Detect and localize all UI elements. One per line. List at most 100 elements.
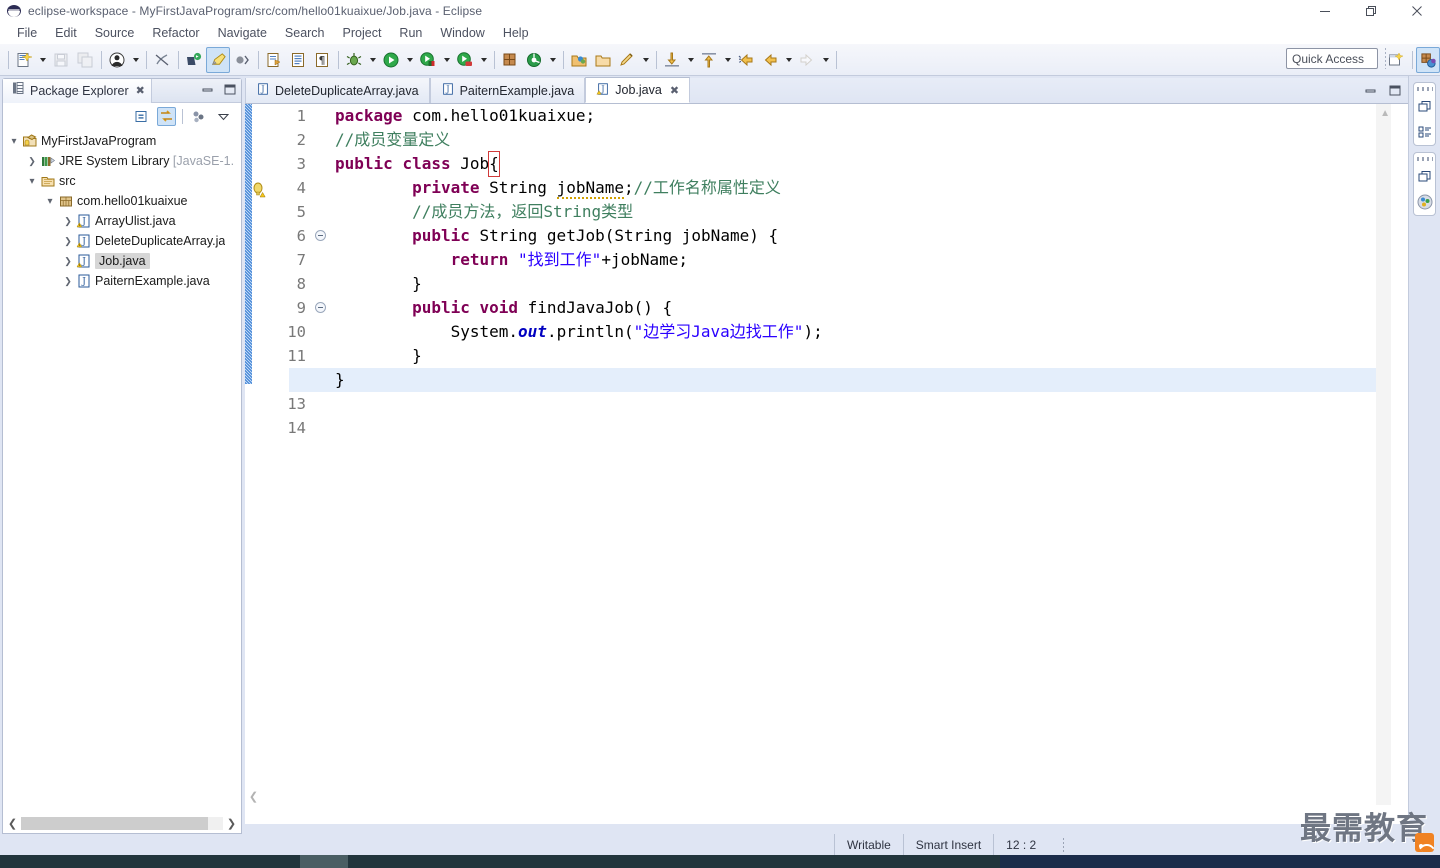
maximize-icon[interactable] xyxy=(223,82,237,101)
annotation-ruler[interactable] xyxy=(252,104,270,805)
status-drag-handle[interactable] xyxy=(1060,837,1067,852)
run-tools-dropdown-icon[interactable] xyxy=(440,47,453,73)
menu-item-run[interactable]: Run xyxy=(390,24,431,42)
previous-annotation-dropdown-icon[interactable] xyxy=(721,47,734,73)
new-class-icon[interactable] xyxy=(498,47,522,73)
last-edit-icon[interactable] xyxy=(734,47,758,73)
next-annotation-icon[interactable] xyxy=(660,47,684,73)
taskbar-active-window[interactable] xyxy=(300,855,348,868)
minimize-icon[interactable] xyxy=(1364,83,1378,102)
editor-tab-job[interactable]: J Job.java ✖ xyxy=(585,77,691,103)
annotation-off-icon[interactable] xyxy=(150,47,174,73)
code-line-14[interactable] xyxy=(289,416,1408,440)
java-perspective-icon[interactable] xyxy=(1416,47,1440,73)
close-icon[interactable]: ✖ xyxy=(670,84,679,97)
run-dropdown-icon[interactable] xyxy=(403,47,416,73)
chevron-right-icon[interactable] xyxy=(61,256,75,267)
collapse-all-icon[interactable] xyxy=(132,107,151,126)
chevron-left-icon[interactable]: ❮ xyxy=(4,817,21,830)
scrollbar-track[interactable] xyxy=(21,817,223,830)
tree-item-src[interactable]: src xyxy=(3,171,241,191)
editor-body[interactable]: 1 2 3 4 5 6 7 8 9 10 11 12 13 14 xyxy=(245,104,1408,805)
chevron-right-icon[interactable] xyxy=(61,216,75,227)
marker-pen-icon[interactable] xyxy=(206,46,230,73)
open-type-icon[interactable] xyxy=(567,47,591,73)
chevron-down-icon[interactable] xyxy=(43,196,57,207)
search-dropdown-icon[interactable] xyxy=(546,47,559,73)
back-dropdown-icon[interactable] xyxy=(782,47,795,73)
chevron-left-icon[interactable]: ❮ xyxy=(245,790,262,803)
outline-view-icon[interactable] xyxy=(1416,123,1434,141)
quick-access-input[interactable]: Quick Access xyxy=(1286,48,1378,69)
code-line-10[interactable]: System.out.println("边学习Java边找工作"); xyxy=(289,320,1408,344)
back-arrow-icon[interactable] xyxy=(758,47,782,73)
tree-item-project[interactable]: MyFirstJavaProgram xyxy=(3,131,241,151)
run-play-icon[interactable] xyxy=(379,47,403,73)
warning-marker-icon[interactable] xyxy=(252,182,268,198)
chevron-right-icon[interactable] xyxy=(61,276,75,287)
pencil-icon[interactable] xyxy=(615,47,639,73)
close-button[interactable] xyxy=(1394,0,1440,22)
code-line-9[interactable]: public void findJavaJob() { xyxy=(289,296,1408,320)
code-line-1[interactable]: package com.hello01kuaixue; xyxy=(289,104,1408,128)
console-icon[interactable] xyxy=(286,47,310,73)
menu-item-window[interactable]: Window xyxy=(431,24,493,42)
skip-breakpoints-icon[interactable] xyxy=(230,47,254,73)
new-file-icon[interactable] xyxy=(12,47,36,73)
chevron-down-icon[interactable] xyxy=(7,136,21,147)
chevron-up-icon[interactable]: ▲ xyxy=(1380,108,1390,119)
menu-item-edit[interactable]: Edit xyxy=(46,24,86,42)
editor-hscrollbar[interactable]: ❮ xyxy=(245,788,1391,805)
code-line-13[interactable] xyxy=(289,392,1408,416)
code-line-7[interactable]: return "找到工作"+jobName; xyxy=(289,248,1408,272)
menu-item-source[interactable]: Source xyxy=(86,24,144,42)
open-folder-icon[interactable] xyxy=(591,47,615,73)
restore-view-icon[interactable] xyxy=(1416,168,1434,186)
focus-task-icon[interactable] xyxy=(189,107,208,126)
code-line-4[interactable]: private String jobName;//工作名称属性定义 xyxy=(289,176,1408,200)
open-perspective-icon[interactable] xyxy=(1384,47,1408,73)
run-green-tools-icon[interactable] xyxy=(416,47,440,73)
menu-item-refactor[interactable]: Refactor xyxy=(143,24,208,42)
coverage-icon[interactable] xyxy=(453,47,477,73)
drag-handle[interactable] xyxy=(1416,87,1433,91)
tree-item-jre-library[interactable]: JRE System Library [JavaSE-1. xyxy=(3,151,241,171)
next-annotation-dropdown-icon[interactable] xyxy=(684,47,697,73)
restore-button[interactable] xyxy=(1348,0,1394,22)
tree-item-package[interactable]: com.hello01kuaixue xyxy=(3,191,241,211)
code-line-5[interactable]: //成员方法，返回String类型 xyxy=(289,200,1408,224)
code-line-8[interactable]: } xyxy=(289,272,1408,296)
code-line-11[interactable]: } xyxy=(289,344,1408,368)
code-line-12[interactable]: } xyxy=(289,368,1408,392)
rss-icon[interactable] xyxy=(1415,833,1434,852)
package-new-icon[interactable] xyxy=(182,47,206,73)
forward-dropdown-icon[interactable] xyxy=(819,47,832,73)
code-text[interactable]: package com.hello01kuaixue; //成员变量定义 pub… xyxy=(289,104,1408,805)
pencil-dropdown-icon[interactable] xyxy=(639,47,652,73)
person-icon[interactable] xyxy=(105,47,129,73)
chevron-right-icon[interactable]: ❯ xyxy=(223,817,240,830)
menu-item-help[interactable]: Help xyxy=(494,24,538,42)
previous-annotation-icon[interactable] xyxy=(697,47,721,73)
code-line-3[interactable]: public class Job{ xyxy=(289,151,1408,177)
open-task-icon[interactable] xyxy=(262,47,286,73)
drag-handle[interactable] xyxy=(1416,157,1433,161)
chevron-right-icon[interactable] xyxy=(61,236,75,247)
tree-item-job[interactable]: J Job.java xyxy=(3,251,241,271)
debug-bug-icon[interactable] xyxy=(342,47,366,73)
debug-dropdown-icon[interactable] xyxy=(366,47,379,73)
tree-item-arrayulist[interactable]: J ArrayUlist.java xyxy=(3,211,241,231)
tree-item-deleteduplicatearray[interactable]: J DeleteDuplicateArray.ja xyxy=(3,231,241,251)
chevron-down-icon[interactable] xyxy=(214,107,233,126)
restore-view-icon[interactable] xyxy=(1416,98,1434,116)
menu-item-file[interactable]: File xyxy=(8,24,46,42)
person-dropdown-icon[interactable] xyxy=(129,47,142,73)
code-line-2[interactable]: //成员变量定义 xyxy=(289,128,1408,152)
pilcrow-icon[interactable]: ¶ xyxy=(310,47,334,73)
close-icon[interactable]: ✖ xyxy=(136,84,145,97)
chevron-down-icon[interactable] xyxy=(25,176,39,187)
code-line-6[interactable]: public String getJob(String jobName) { xyxy=(289,224,1408,248)
menu-item-navigate[interactable]: Navigate xyxy=(209,24,276,42)
search-globe-icon[interactable] xyxy=(522,47,546,73)
editor-tab-paiternexample[interactable]: J PaiternExample.java xyxy=(429,78,586,103)
